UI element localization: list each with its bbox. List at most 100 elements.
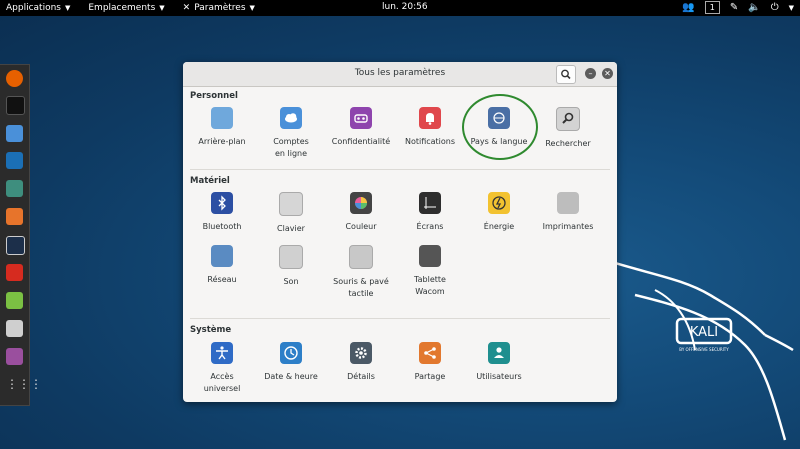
settings-item-label: Énergie [483,222,515,231]
section-separator [190,169,610,170]
section-title-hardware: Matériel [190,176,230,186]
display-icon [419,192,441,214]
settings-item-power[interactable]: Énergie [467,192,531,233]
settings-item-background[interactable]: Arrière-plan [190,107,254,148]
settings-item-sharing[interactable]: Partage [398,342,462,383]
section-title-personnel: Personnel [190,91,238,101]
settings-menu[interactable]: ✕ Paramètres ▼ [183,3,255,13]
settings-item-label: Utilisateurs [476,372,522,381]
settings-item-search[interactable]: Rechercher [536,107,600,150]
chevron-down-icon: ▼ [64,4,71,12]
settings-item-label: Tablette Wacom [414,275,446,296]
settings-item-bluetooth[interactable]: Bluetooth [190,192,254,233]
settings-item-notifications[interactable]: Notifications [398,107,462,148]
settings-item-label: Couleur [345,222,377,231]
section-title-system: Système [190,325,232,335]
settings-item-wacom-tablet[interactable]: Tablette Wacom [398,245,462,298]
armitage-icon[interactable] [6,180,23,197]
power-bolt-icon [488,192,510,214]
settings-item-mouse-touchpad[interactable]: Souris & pavé tactile [329,245,393,300]
leafpad-icon[interactable] [6,292,23,309]
settings-item-keyboard[interactable]: Clavier [259,192,323,235]
users-icon[interactable]: 👥 [682,2,694,13]
bell-icon [419,107,441,129]
accessibility-icon [211,342,233,364]
clock[interactable]: lun. 20:56 [382,2,428,12]
settings-window: Tous les paramètres – ✕ Personnel Arrièr… [183,62,617,402]
search-button[interactable] [556,65,576,84]
settings-item-label: Notifications [404,137,456,146]
settings-item-label: Bluetooth [202,222,242,231]
burpsuite-icon[interactable] [6,208,23,225]
privacy-mask-icon [350,107,372,129]
places-menu[interactable]: Emplacements ▼ [88,3,164,13]
settings-item-universal-access[interactable]: Accès universel [190,342,254,395]
settings-item-label: Clavier [277,224,305,233]
workspace-indicator[interactable]: 1 [704,1,720,14]
settings-item-network[interactable]: Réseau [190,245,254,286]
settings-item-label: Imprimantes [542,222,594,231]
settings-item-label: Partage [414,372,446,381]
keyboard-icon [279,192,303,216]
power-icon[interactable]: ⏻ [771,2,779,13]
kali-dragon-logo: KALI BY OFFENSIVE SECURITY [615,261,794,441]
printer-icon [557,192,579,214]
show-apps-icon[interactable]: ⋮⋮⋮ [6,376,42,393]
chevron-down-icon: ▼ [159,4,165,12]
clock-icon [280,342,302,364]
settings-item-users[interactable]: Utilisateurs [467,342,531,383]
cutycapt-icon[interactable] [6,320,23,337]
settings-item-label: Comptes en ligne [273,137,309,158]
settings-app-icon[interactable] [6,348,23,365]
dock: ⋮⋮⋮ [0,64,42,406]
search-icon [561,69,571,80]
share-icon [419,342,441,364]
applications-menu-label: Applications [6,3,61,13]
settings-item-date-time[interactable]: Date & heure [259,342,323,383]
terminal-icon[interactable] [6,96,25,115]
metasploit-icon[interactable] [6,152,23,169]
cloud-icon [280,107,302,129]
minimize-button[interactable]: – [585,68,596,79]
tools-icon: ✕ [182,3,191,13]
faraday-icon[interactable] [6,264,23,281]
settings-item-color[interactable]: Couleur [329,192,393,233]
applications-menu[interactable]: Applications ▼ [6,3,70,13]
settings-item-label: Détails [347,372,375,381]
bluetooth-icon [211,192,233,214]
settings-item-label: Arrière-plan [198,137,246,146]
system-tray: 👥 1 ✎ 🔈 ⏻ ▼ [682,1,794,14]
settings-item-label: Réseau [207,275,237,284]
section-separator [190,318,610,319]
speaker-icon [279,245,303,269]
files-icon[interactable] [6,125,23,142]
chevron-down-icon[interactable]: ▼ [789,4,794,12]
beef-icon[interactable] [6,236,25,255]
window-title: Tous les paramètres [354,68,446,78]
network-folder-icon [211,245,233,267]
highlight-circle [462,94,538,160]
settings-item-printers[interactable]: Imprimantes [536,192,600,233]
settings-item-label: Écrans [416,222,444,231]
settings-menu-label: Paramètres [194,3,246,13]
firefox-icon[interactable] [6,70,23,87]
settings-item-label: Accès universel [203,372,241,393]
settings-item-label: Souris & pavé tactile [333,277,389,298]
close-button[interactable]: ✕ [602,68,613,79]
settings-item-details[interactable]: Détails [329,342,393,383]
settings-item-displays[interactable]: Écrans [398,192,462,233]
color-wheel-icon [350,192,372,214]
window-titlebar[interactable]: Tous les paramètres – ✕ [183,62,617,87]
settings-item-label: Date & heure [264,372,318,381]
settings-item-sound[interactable]: Son [259,245,323,288]
chevron-down-icon: ▼ [249,4,255,12]
top-panel: Applications ▼ Emplacements ▼ ✕ Paramètres ▼… [0,0,800,16]
settings-item-label: Son [283,277,299,286]
kali-logo-text: KALI [690,325,718,340]
volume-icon[interactable]: 🔈 [748,2,760,13]
pen-icon[interactable]: ✎ [730,2,738,13]
gear-icon [350,342,372,364]
tablet-icon [419,245,441,267]
settings-item-online-accounts[interactable]: Comptes en ligne [259,107,323,160]
settings-item-privacy[interactable]: Confidentialité [329,107,393,148]
